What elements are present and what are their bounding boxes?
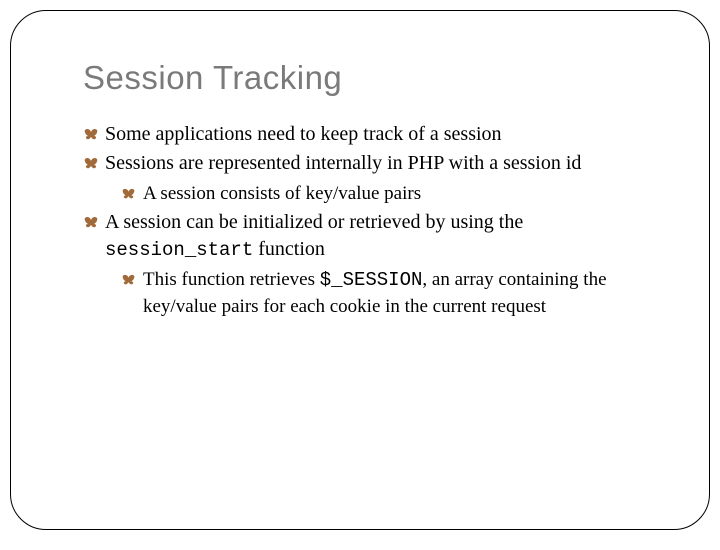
bullet-item: Some applications need to keep track of … <box>83 121 653 148</box>
bullet-text: Some applications need to keep track of … <box>105 123 502 145</box>
bullet-text: A session can be initialized or retrieve… <box>105 211 523 233</box>
sub-bullet-item: A session consists of key/value pairs <box>121 181 653 207</box>
code-text: $_SESSION <box>320 269 423 291</box>
bullet-item: A session can be initialized or retrieve… <box>83 209 653 320</box>
bullet-text: function <box>253 238 325 260</box>
code-text: session_start <box>105 239 253 261</box>
slide-title: Session Tracking <box>83 59 653 97</box>
bullet-text: A session consists of key/value pairs <box>143 183 421 204</box>
bullet-text: This function retrieves <box>143 269 320 290</box>
slide-frame: Session Tracking Some applications need … <box>10 10 710 530</box>
sub-bullet-list: This function retrieves $_SESSION, an ar… <box>121 267 653 319</box>
bullet-item: Sessions are represented internally in P… <box>83 150 653 207</box>
bullet-list: Some applications need to keep track of … <box>83 121 653 320</box>
sub-bullet-list: A session consists of key/value pairs <box>121 181 653 207</box>
sub-bullet-item: This function retrieves $_SESSION, an ar… <box>121 267 653 319</box>
bullet-text: Sessions are represented internally in P… <box>105 152 581 174</box>
